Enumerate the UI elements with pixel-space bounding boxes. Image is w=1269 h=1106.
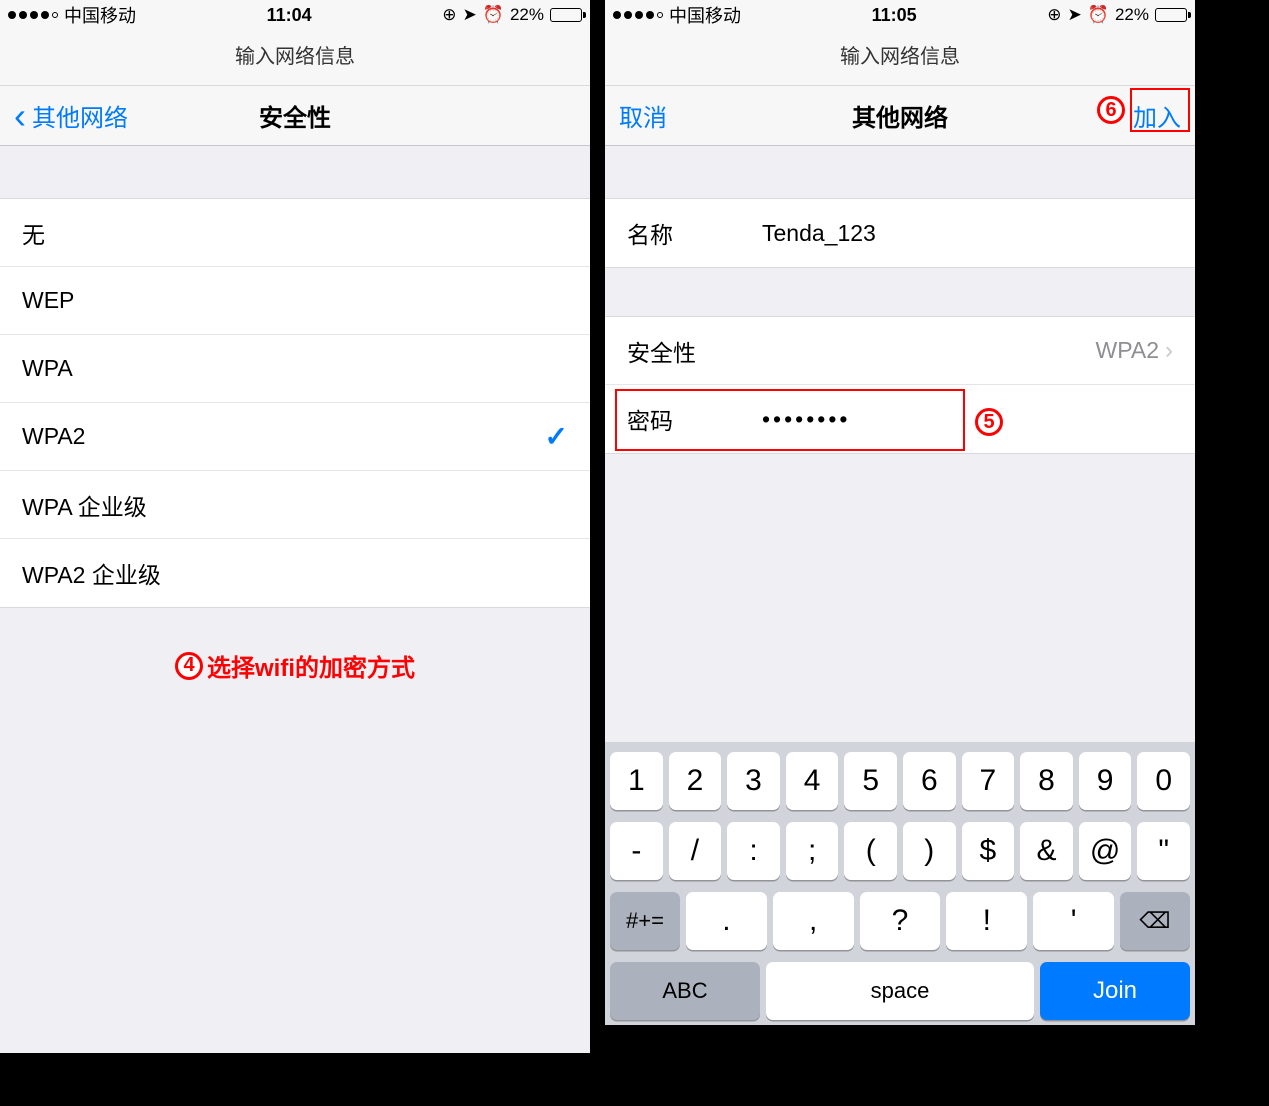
signal-icon bbox=[613, 11, 663, 19]
key-symbols[interactable]: #+= bbox=[610, 892, 680, 950]
key-lparen[interactable]: ( bbox=[844, 822, 897, 880]
annotation-6-number: 6 bbox=[1097, 96, 1125, 124]
key-rparen[interactable]: ) bbox=[903, 822, 956, 880]
key-exclaim[interactable]: ! bbox=[946, 892, 1027, 950]
security-label: 安全性 bbox=[627, 334, 762, 368]
key-dash[interactable]: - bbox=[610, 822, 663, 880]
key-colon[interactable]: : bbox=[727, 822, 780, 880]
key-7[interactable]: 7 bbox=[962, 752, 1015, 810]
phone-security-screen: 中国移动 11:04 ⊕ ➤ ⏰ 22% 输入网络信息 ‹ 其他网络 安全性 无… bbox=[0, 0, 590, 1053]
password-label: 密码 bbox=[627, 402, 762, 436]
key-1[interactable]: 1 bbox=[610, 752, 663, 810]
key-semicolon[interactable]: ; bbox=[786, 822, 839, 880]
location-icon: ➤ bbox=[1068, 5, 1082, 25]
nav-title: 安全性 bbox=[134, 98, 456, 133]
carrier-label: 中国移动 bbox=[669, 2, 741, 28]
nav-bar: ‹ 其他网络 安全性 bbox=[0, 86, 590, 146]
key-slash[interactable]: / bbox=[669, 822, 722, 880]
security-option-none[interactable]: 无 bbox=[0, 199, 590, 267]
key-backspace[interactable]: ⌫ bbox=[1120, 892, 1190, 950]
phone-other-network-screen: 中国移动 11:05 ⊕ ➤ ⏰ 22% 输入网络信息 取消 其他网络 加入 6… bbox=[605, 0, 1195, 1025]
key-join[interactable]: Join bbox=[1040, 962, 1190, 1020]
chevron-left-icon: ‹ bbox=[14, 98, 26, 134]
key-dollar[interactable]: $ bbox=[962, 822, 1015, 880]
password-input[interactable]: •••••••• bbox=[762, 406, 1173, 433]
key-3[interactable]: 3 bbox=[727, 752, 780, 810]
battery-pct: 22% bbox=[510, 5, 544, 25]
key-5[interactable]: 5 bbox=[844, 752, 897, 810]
annotation-4-text: 选择wifi的加密方式 bbox=[207, 648, 415, 683]
key-question[interactable]: ? bbox=[860, 892, 941, 950]
password-row[interactable]: 密码 •••••••• bbox=[605, 385, 1195, 453]
status-bar: 中国移动 11:05 ⊕ ➤ ⏰ 22% bbox=[605, 0, 1195, 30]
back-label: 其他网络 bbox=[32, 98, 128, 133]
name-section: 名称 Tenda_123 bbox=[605, 198, 1195, 268]
key-at[interactable]: @ bbox=[1079, 822, 1132, 880]
key-9[interactable]: 9 bbox=[1079, 752, 1132, 810]
key-period[interactable]: . bbox=[686, 892, 767, 950]
security-password-section: 安全性 WPA2 › 密码 •••••••• bbox=[605, 316, 1195, 454]
alarm-icon: ⏰ bbox=[483, 5, 504, 25]
key-amp[interactable]: & bbox=[1020, 822, 1073, 880]
cancel-button[interactable]: 取消 bbox=[619, 98, 739, 133]
name-input[interactable]: Tenda_123 bbox=[762, 220, 1173, 247]
security-option-wpa2-enterprise[interactable]: WPA2 企业级 bbox=[0, 539, 590, 607]
key-apostrophe[interactable]: ' bbox=[1033, 892, 1114, 950]
lock-icon: ⊕ bbox=[442, 5, 456, 25]
lock-icon: ⊕ bbox=[1047, 5, 1061, 25]
cancel-label: 取消 bbox=[619, 98, 667, 133]
battery-icon bbox=[1155, 8, 1187, 22]
subheader: 输入网络信息 bbox=[605, 30, 1195, 86]
security-options-list: 无 WEP WPA WPA2 ✓ WPA 企业级 WPA2 企业级 bbox=[0, 198, 590, 608]
alarm-icon: ⏰ bbox=[1088, 5, 1109, 25]
join-label: 加入 bbox=[1133, 98, 1181, 133]
chevron-right-icon: › bbox=[1165, 337, 1173, 365]
security-value: WPA2 bbox=[762, 337, 1165, 364]
keyboard: 1 2 3 4 5 6 7 8 9 0 - / : ; ( ) $ & @ " … bbox=[605, 742, 1195, 1025]
security-option-wpa2[interactable]: WPA2 ✓ bbox=[0, 403, 590, 471]
backspace-icon: ⌫ bbox=[1139, 908, 1170, 934]
key-abc[interactable]: ABC bbox=[610, 962, 760, 1020]
key-space[interactable]: space bbox=[766, 962, 1034, 1020]
annotation-5-number: 5 bbox=[975, 408, 1003, 436]
battery-icon bbox=[550, 8, 582, 22]
key-2[interactable]: 2 bbox=[669, 752, 722, 810]
location-icon: ➤ bbox=[463, 5, 477, 25]
security-option-wep[interactable]: WEP bbox=[0, 267, 590, 335]
key-comma[interactable]: , bbox=[773, 892, 854, 950]
key-8[interactable]: 8 bbox=[1020, 752, 1073, 810]
annotation-4: 4 选择wifi的加密方式 bbox=[0, 608, 590, 683]
annotation-4-number: 4 bbox=[175, 652, 203, 680]
subheader: 输入网络信息 bbox=[0, 30, 590, 86]
key-6[interactable]: 6 bbox=[903, 752, 956, 810]
status-time: 11:05 bbox=[872, 5, 917, 26]
security-option-wpa-enterprise[interactable]: WPA 企业级 bbox=[0, 471, 590, 539]
network-name-row[interactable]: 名称 Tenda_123 bbox=[605, 199, 1195, 267]
status-bar: 中国移动 11:04 ⊕ ➤ ⏰ 22% bbox=[0, 0, 590, 30]
name-label: 名称 bbox=[627, 216, 762, 250]
status-time: 11:04 bbox=[267, 5, 312, 26]
carrier-label: 中国移动 bbox=[64, 2, 136, 28]
battery-pct: 22% bbox=[1115, 5, 1149, 25]
key-quote[interactable]: " bbox=[1137, 822, 1190, 880]
key-0[interactable]: 0 bbox=[1137, 752, 1190, 810]
security-row[interactable]: 安全性 WPA2 › bbox=[605, 317, 1195, 385]
signal-icon bbox=[8, 11, 58, 19]
checkmark-icon: ✓ bbox=[545, 420, 568, 453]
nav-title: 其他网络 bbox=[739, 98, 1061, 133]
key-4[interactable]: 4 bbox=[786, 752, 839, 810]
back-button[interactable]: ‹ 其他网络 bbox=[14, 98, 134, 134]
security-option-wpa[interactable]: WPA bbox=[0, 335, 590, 403]
